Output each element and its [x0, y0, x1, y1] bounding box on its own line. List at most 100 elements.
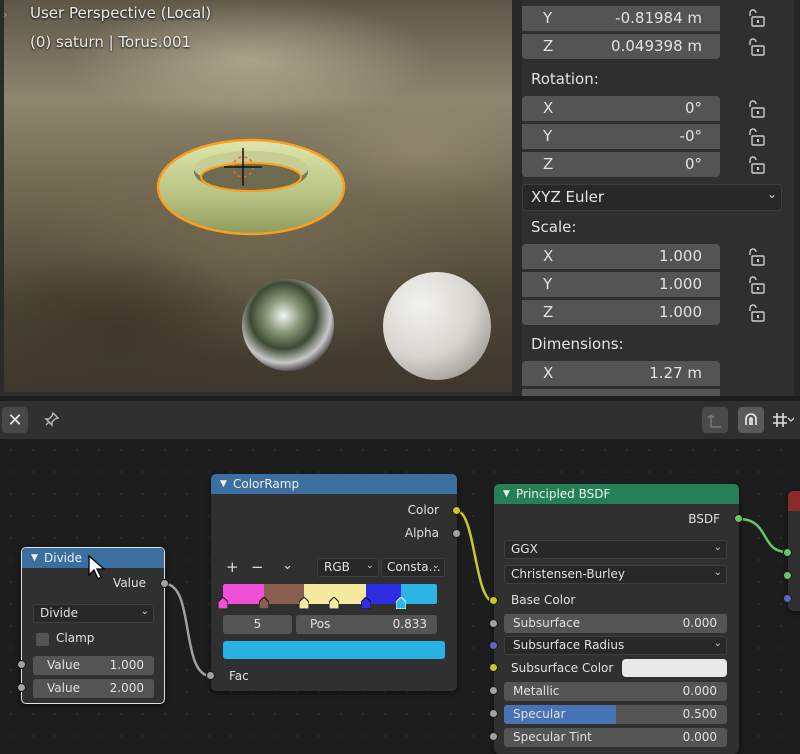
chevron-down-icon: ⌄ [766, 187, 777, 201]
lock-icon[interactable] [746, 248, 766, 266]
lock-icon[interactable] [746, 100, 766, 118]
specular-socket[interactable] [489, 709, 498, 718]
collapse-triangle-icon[interactable]: ▼ [503, 484, 510, 504]
ramp-stop-handle[interactable] [395, 594, 407, 610]
lock-icon[interactable] [746, 128, 766, 146]
bsdf-output-socket[interactable] [734, 514, 743, 523]
active-stop-index[interactable]: 5 [223, 615, 292, 634]
divide-output-socket[interactable] [160, 579, 169, 588]
rotation-z-field[interactable]: Z 0° [522, 152, 720, 177]
subsurface-radius-socket[interactable] [489, 641, 498, 650]
bsdf-output-label: BSDF [688, 512, 720, 526]
ramp-stop-handle[interactable] [258, 594, 270, 610]
chevron-down-icon: ⌄ [713, 542, 722, 553]
surface-input-socket[interactable] [783, 548, 792, 557]
subsurface-socket[interactable] [489, 619, 498, 628]
subsurface-color-socket[interactable] [489, 663, 498, 672]
transform-panel: Y -0.81984 m Z 0.049398 m Rotation: X 0°… [512, 0, 800, 396]
chevron-down-icon[interactable]: ⌄ [282, 558, 293, 573]
dimensions-y-field[interactable] [522, 389, 720, 396]
subsurface-field[interactable]: Subsurface 0.000 [504, 614, 727, 633]
rotation-label: Rotation: [531, 70, 599, 88]
ramp-stop-handle[interactable] [360, 594, 372, 610]
torus-object [156, 138, 346, 236]
lock-icon[interactable] [746, 304, 766, 322]
node-title: Principled BSDF [516, 487, 611, 501]
lock-icon[interactable] [746, 38, 766, 56]
color-mode-dropdown[interactable]: RGB ⌄ [317, 558, 379, 577]
scene-render [156, 138, 491, 380]
chevron-down-icon: ⌄ [713, 638, 722, 649]
stop-position-field[interactable]: Pos 0.833 [296, 615, 437, 634]
specular-tint-socket[interactable] [489, 732, 498, 741]
clamp-label: Clamp [56, 631, 95, 645]
dimensions-x-field[interactable]: X 1.27 m [522, 361, 720, 386]
alpha-output-label: Alpha [404, 526, 439, 540]
color-output-label: Color [407, 503, 439, 517]
lock-icon[interactable] [746, 156, 766, 174]
location-y-field[interactable]: Y -0.81984 m [522, 6, 720, 31]
displacement-input-socket[interactable] [783, 594, 792, 603]
collapse-triangle-icon[interactable]: ▼ [31, 548, 38, 568]
region-toggle-icon[interactable]: › [3, 8, 7, 21]
interpolation-dropdown[interactable]: Consta… ⌄ [381, 558, 445, 577]
white-sphere [383, 272, 491, 380]
subsurface-color-swatch[interactable] [622, 659, 727, 677]
math-operation-dropdown[interactable]: Divide ⌄ [33, 604, 154, 623]
color-ramp-stops[interactable] [217, 594, 437, 610]
chevron-down-icon: ⌄ [431, 560, 440, 571]
chevron-down-icon: ⌄ [713, 567, 722, 578]
collapse-triangle-icon[interactable]: ▼ [220, 474, 227, 494]
subsurface-radius-dropdown[interactable]: Subsurface Radius ⌄ [504, 636, 727, 655]
rotation-x-field[interactable]: X 0° [522, 96, 720, 121]
panel-left-strip [512, 0, 522, 396]
lock-icon[interactable] [746, 276, 766, 294]
base-color-label: Base Color [511, 593, 576, 607]
lock-icon[interactable] [746, 9, 766, 27]
volume-input-socket[interactable] [783, 571, 792, 580]
subsurface-method-dropdown[interactable]: Christensen-Burley ⌄ [504, 565, 727, 584]
base-color-socket[interactable] [489, 596, 498, 605]
node-header[interactable]: ▼ ColorRamp [211, 474, 457, 494]
principled-bsdf-node[interactable]: ▼ Principled BSDF BSDF GGX ⌄ Christensen… [494, 484, 739, 754]
scale-x-field[interactable]: X 1.000 [522, 244, 720, 269]
scale-y-field[interactable]: Y 1.000 [522, 272, 720, 297]
dimensions-label: Dimensions: [531, 335, 624, 353]
ramp-stop-handle[interactable] [328, 594, 340, 610]
distribution-dropdown[interactable]: GGX ⌄ [504, 540, 727, 559]
close-icon[interactable]: ✕ [2, 407, 28, 433]
specular-slider[interactable]: Specular 0.500 [504, 705, 727, 724]
snap-grid-icon[interactable] [770, 407, 796, 433]
divide-input-socket-2[interactable] [17, 683, 26, 692]
remove-stop-button[interactable]: − [251, 558, 264, 576]
specular-tint-field[interactable]: Specular Tint 0.000 [504, 728, 727, 747]
colorramp-alpha-socket[interactable] [452, 529, 461, 538]
value-input-2[interactable]: Value 2.000 [33, 679, 154, 698]
parent-node-tree-icon[interactable] [702, 407, 728, 433]
value-input-1[interactable]: Value 1.000 [33, 656, 154, 675]
colorramp-node[interactable]: ▼ ColorRamp Color Alpha + − ⌄ RGB ⌄ Cons… [211, 474, 457, 691]
ramp-stop-handle[interactable] [298, 594, 310, 610]
colorramp-color-socket[interactable] [452, 506, 461, 515]
chrome-sphere [242, 279, 334, 371]
divide-input-socket-1[interactable] [17, 660, 26, 669]
node-editor-canvas[interactable]: ▼ Divide Value Divide ⌄ Clamp Value 1.00… [0, 439, 800, 754]
metallic-socket[interactable] [489, 686, 498, 695]
node-header[interactable]: ▼ Principled BSDF [494, 484, 739, 504]
colorramp-fac-socket[interactable] [206, 671, 215, 680]
snap-icon[interactable] [738, 407, 764, 433]
chevron-down-icon: ⌄ [365, 560, 374, 571]
add-stop-button[interactable]: + [226, 558, 239, 576]
3d-viewport[interactable]: User Perspective (Local) (0) saturn | To… [0, 0, 512, 396]
active-stop-color[interactable] [223, 641, 445, 659]
mouse-cursor [88, 555, 106, 580]
rotation-mode-dropdown[interactable]: XYZ Euler ⌄ [522, 184, 782, 211]
scale-z-field[interactable]: Z 1.000 [522, 300, 720, 325]
metallic-field[interactable]: Metallic 0.000 [504, 682, 727, 701]
rotation-y-field[interactable]: Y -0° [522, 124, 720, 149]
pin-icon[interactable] [38, 407, 64, 433]
location-z-field[interactable]: Z 0.049398 m [522, 34, 720, 59]
ramp-stop-handle[interactable] [217, 594, 229, 610]
panel-scrollbar[interactable] [794, 0, 800, 396]
clamp-checkbox[interactable] [36, 633, 49, 646]
